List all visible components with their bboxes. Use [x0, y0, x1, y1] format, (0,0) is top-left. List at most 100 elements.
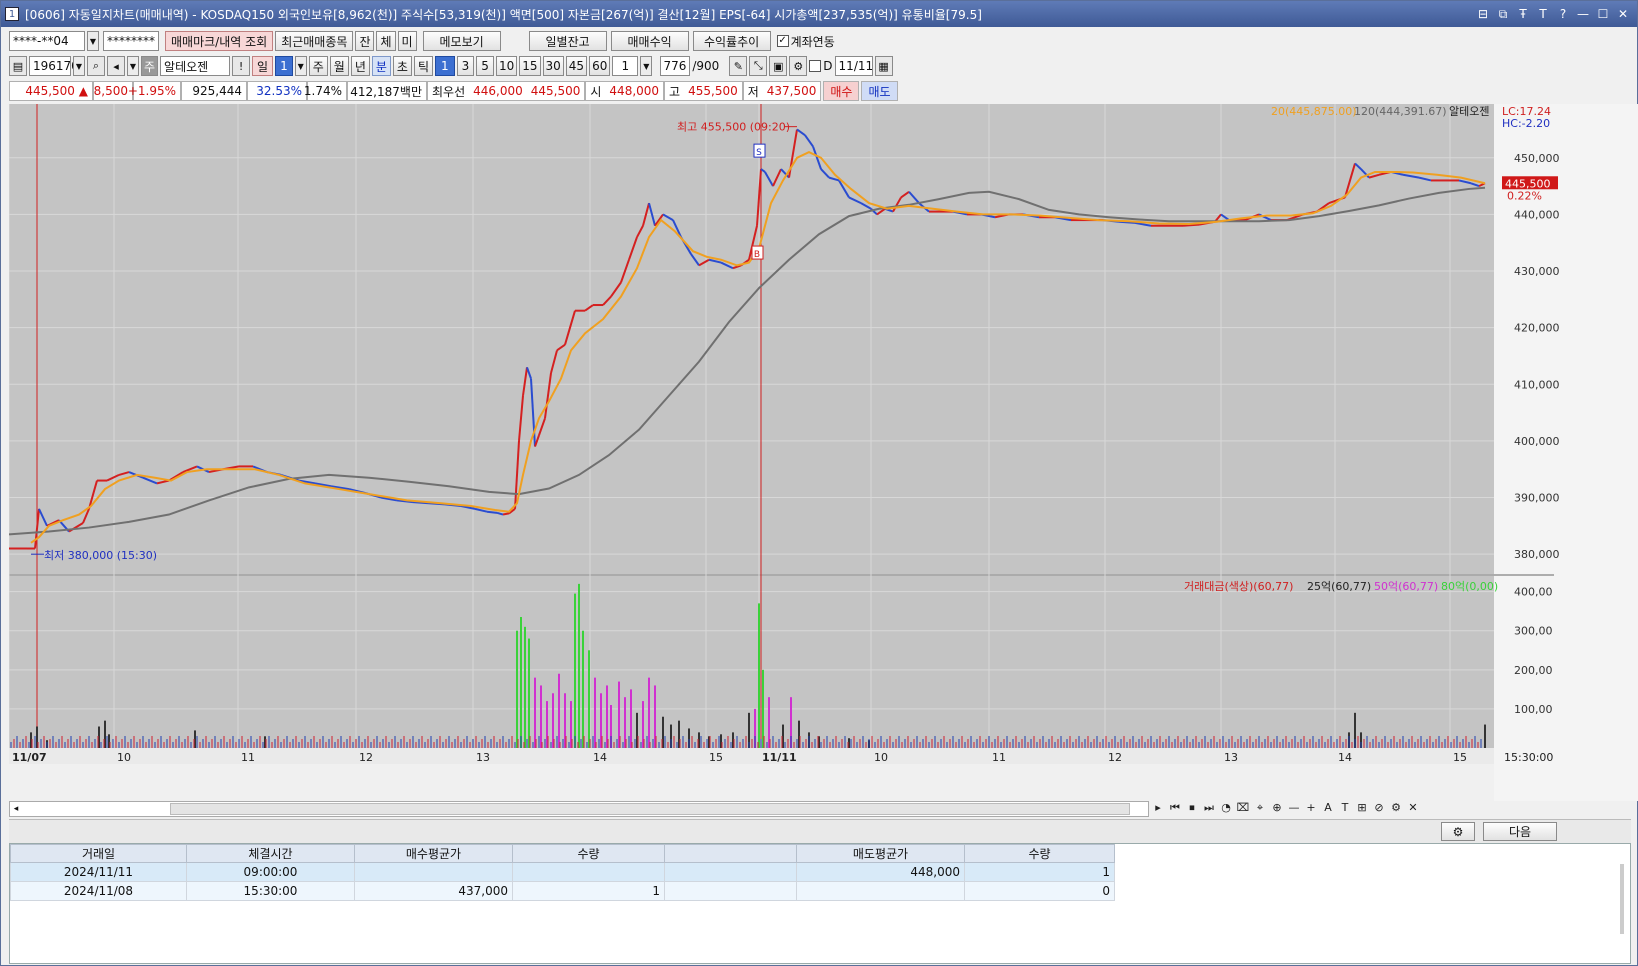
scroll-left-icon[interactable]: ◂ — [10, 802, 22, 816]
table-row[interactable]: 2024/11/08 15:30:00 437,000 1 0 — [10, 881, 1115, 901]
stock-code-input[interactable]: 196170 — [29, 56, 79, 76]
col-buy-avg[interactable]: 매수평균가 — [354, 844, 513, 863]
chart-area[interactable]: 450,000 440,000 430,000 420,000 410,000 400,0… — [8, 104, 1638, 804]
recent-trades-button[interactable]: 최근매매종목 — [275, 31, 354, 51]
code-dropdown-icon[interactable]: ▼ — [73, 56, 85, 76]
interval-5-button[interactable]: 5 — [476, 56, 494, 76]
window-pin-icon[interactable]: Ŧ — [1515, 6, 1531, 22]
col-exec-time[interactable]: 체결시간 — [186, 844, 355, 863]
period-n-dropdown-icon[interactable]: ▼ — [294, 56, 307, 76]
chart-tool-icon-1[interactable]: ⏮ — [1168, 800, 1182, 816]
low-price: 437,500 — [762, 81, 822, 101]
sell-button[interactable]: 매도 — [861, 81, 898, 101]
chart-tool-icon-4[interactable]: ◔ — [1219, 800, 1233, 816]
chart-tool-icon-8[interactable]: — — [1287, 800, 1301, 816]
calendar-icon[interactable]: ▦ — [874, 56, 893, 76]
col-sell-qty[interactable]: 수량 — [964, 844, 1115, 863]
legend-hc: HC:-2.20 — [1502, 117, 1550, 130]
price-panel-bg[interactable] — [9, 104, 1494, 574]
minimize-button[interactable]: — — [1575, 6, 1591, 22]
interval-60-button[interactable]: 60 — [589, 56, 611, 76]
chart-tool-icon-7[interactable]: ⊕ — [1270, 800, 1284, 816]
period-day-button[interactable]: 일 — [252, 56, 274, 76]
stock-name-field[interactable]: 알테오젠 — [160, 56, 231, 76]
account-select[interactable]: ****-**04 — [9, 31, 85, 51]
speaker-icon[interactable]: ◂ — [107, 56, 125, 76]
account-link-checkbox[interactable]: ✓ — [776, 35, 789, 47]
chart-tool-icon-6[interactable]: ⌖ — [1253, 800, 1267, 816]
col-sell-avg[interactable]: 매도평균가 — [796, 844, 965, 863]
period-minute-button[interactable]: 분 — [371, 56, 391, 76]
password-field[interactable]: ******** — [103, 31, 159, 51]
chart-tool-icon-3[interactable]: ⏭ — [1202, 800, 1216, 816]
unfilled-button[interactable]: 미 — [397, 31, 417, 51]
memo-view-button[interactable]: 메모보기 — [422, 31, 501, 51]
period-month-button[interactable]: 월 — [329, 56, 349, 76]
volume-panel-bg[interactable] — [9, 576, 1494, 748]
alert-button[interactable]: ! — [232, 56, 251, 76]
profit-rate-button[interactable]: 수익률추이 — [692, 31, 771, 51]
chart-tool-icon-14[interactable]: ⚙ — [1389, 800, 1403, 816]
volume-y-tick-label: 300,00 — [1514, 625, 1553, 638]
drawing-tool-icon[interactable]: ✎ — [729, 56, 748, 76]
table-settings-gear-icon[interactable]: ⚙ — [1441, 822, 1475, 841]
search-icon[interactable]: ⌕ — [87, 56, 105, 76]
trade-mark-query-button[interactable]: 매매마크/내역 조회 — [165, 31, 274, 51]
interval-10-button[interactable]: 10 — [495, 56, 518, 76]
settings-gear-icon[interactable]: ⚙ — [789, 56, 808, 76]
analysis-tool-icon[interactable]: ⤡ — [749, 56, 768, 76]
interval-15-button[interactable]: 15 — [519, 56, 541, 76]
period-second-button[interactable]: 초 — [392, 56, 412, 76]
period-year-button[interactable]: 년 — [350, 56, 370, 76]
trade-profit-button[interactable]: 매매수익 — [610, 31, 689, 51]
balance-button[interactable]: 잔 — [355, 31, 375, 51]
period-n-select[interactable]: 1 — [275, 56, 293, 76]
bar-count-input[interactable]: 776 — [660, 56, 691, 76]
account-dropdown-icon[interactable]: ▼ — [87, 31, 99, 51]
window-help-icon[interactable]: ? — [1555, 6, 1571, 22]
chart-tool-icon-9[interactable]: + — [1304, 800, 1318, 816]
chart-tool-icon-15[interactable]: ✕ — [1406, 800, 1420, 816]
chart-tool-icon-0[interactable]: ▸ — [1151, 800, 1165, 816]
scroll-thumb[interactable] — [170, 803, 1130, 815]
chart-tool-icon-5[interactable]: ⌧ — [1236, 800, 1250, 816]
speaker-dropdown-icon[interactable]: ▼ — [127, 56, 139, 76]
col-empty[interactable] — [664, 844, 797, 863]
chart-tool-icon-13[interactable]: ⊘ — [1372, 800, 1386, 816]
save-icon[interactable]: ▣ — [769, 56, 788, 76]
date-checkbox[interactable] — [809, 60, 822, 72]
interval-45-button[interactable]: 45 — [565, 56, 588, 76]
count-dropdown-icon[interactable]: ▼ — [640, 56, 653, 76]
period-week-button[interactable]: 주 — [308, 56, 328, 76]
layout-icon[interactable]: ▤ — [9, 56, 27, 76]
col-buy-qty[interactable]: 수량 — [512, 844, 665, 863]
app-icon[interactable]: 1 — [5, 7, 19, 21]
cell-time: 15:30:00 — [186, 881, 355, 901]
chart-tool-icon-12[interactable]: ⊞ — [1355, 800, 1369, 816]
current-pct-label: 0.22% — [1507, 189, 1542, 202]
interval-1-button[interactable]: 1 — [435, 56, 455, 76]
window-tile-icon[interactable]: ⧉ — [1495, 6, 1511, 22]
maximize-button[interactable]: ☐ — [1595, 6, 1611, 22]
date-input[interactable]: 11/11 — [834, 56, 873, 76]
price-chart-svg[interactable]: 450,000 440,000 430,000 420,000 410,000 400,0… — [8, 104, 1638, 801]
interval-30-button[interactable]: 30 — [542, 56, 564, 76]
chart-tool-icon-10[interactable]: A — [1321, 800, 1335, 816]
window-link-icon[interactable]: ⊟ — [1475, 6, 1491, 22]
table-scroll-thumb[interactable] — [1620, 864, 1624, 934]
period-tick-button[interactable]: 틱 — [413, 56, 434, 76]
table-row[interactable]: 2024/11/11 09:00:00 448,000 1 — [10, 862, 1115, 882]
interval-3-button[interactable]: 3 — [456, 56, 475, 76]
horizontal-scrollbar[interactable]: ◂ — [9, 801, 1149, 817]
chart-tool-icon-2[interactable]: ⏹ — [1185, 800, 1199, 816]
cell-sell-qty: 0 — [964, 881, 1115, 901]
window-font-icon[interactable]: T — [1535, 6, 1551, 22]
buy-button[interactable]: 매수 — [823, 81, 860, 101]
chart-tool-icon-11[interactable]: T — [1338, 800, 1352, 816]
executed-button[interactable]: 체 — [376, 31, 396, 51]
count-select[interactable]: 1 — [612, 56, 639, 76]
close-button[interactable]: ✕ — [1615, 6, 1631, 22]
next-button[interactable]: 다음 — [1483, 822, 1557, 841]
daily-balance-button[interactable]: 일별잔고 — [528, 31, 607, 51]
col-trade-date[interactable]: 거래일 — [10, 844, 187, 863]
